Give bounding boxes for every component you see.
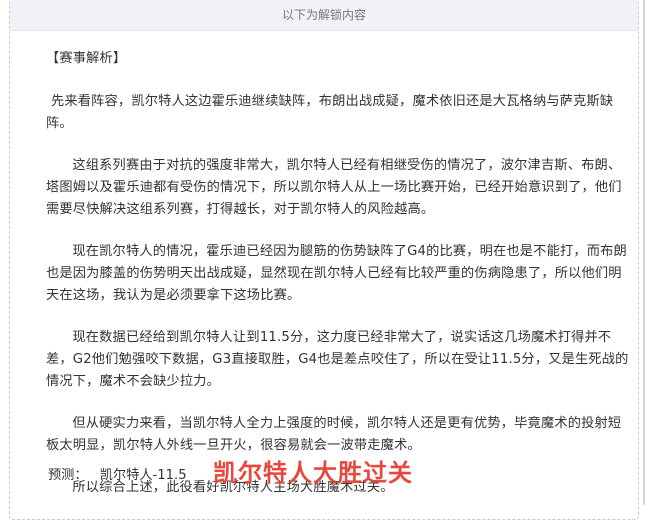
unlocked-content-title: 以下为解锁内容 bbox=[281, 8, 366, 22]
prediction-value: 凯尔特人-11.5 bbox=[99, 468, 187, 483]
paragraph-strength-comparison: 但从硬实力来看，当凯尔特人全力上强度的时候，凯尔特人还是更有优势，毕竟魔术的投射… bbox=[46, 416, 622, 453]
paragraph-current-situation: 现在凯尔特人的情况，霍乐迪已经因为腿筋的伤势缺阵了G4的比赛，明在也是不能打，而… bbox=[46, 244, 627, 303]
paragraph-lineup: 先来看阵容，凯尔特人这边霍乐迪继续缺阵，布朗出战成疑，魔术依旧还是大瓦格纳与萨克… bbox=[46, 94, 614, 131]
prediction-verdict: 凯尔特人大胜过关 bbox=[213, 459, 413, 487]
prediction-row: 预测： 凯尔特人-11.5 bbox=[48, 461, 187, 491]
section-title: 【赛事解析】 bbox=[46, 51, 127, 66]
paragraph-spread-analysis: 现在数据已经给到凯尔特人让到11.5分，这力度已经非常大了，说实话这几场魔术打得… bbox=[46, 330, 629, 389]
article-body: 【赛事解析】 先来看阵容，凯尔特人这边霍乐迪继续缺阵，布朗出战成疑，魔术依旧还是… bbox=[46, 48, 632, 519]
page-edge-line bbox=[643, 0, 645, 505]
prediction-label: 预测： bbox=[48, 468, 88, 483]
paragraph-series-injuries: 这组系列赛由于对抗的强度非常大，凯尔特人已经有相继受伤的情况了，波尔津吉斯、布朗… bbox=[46, 158, 622, 217]
unlocked-content-header: 以下为解锁内容 bbox=[10, 0, 638, 31]
